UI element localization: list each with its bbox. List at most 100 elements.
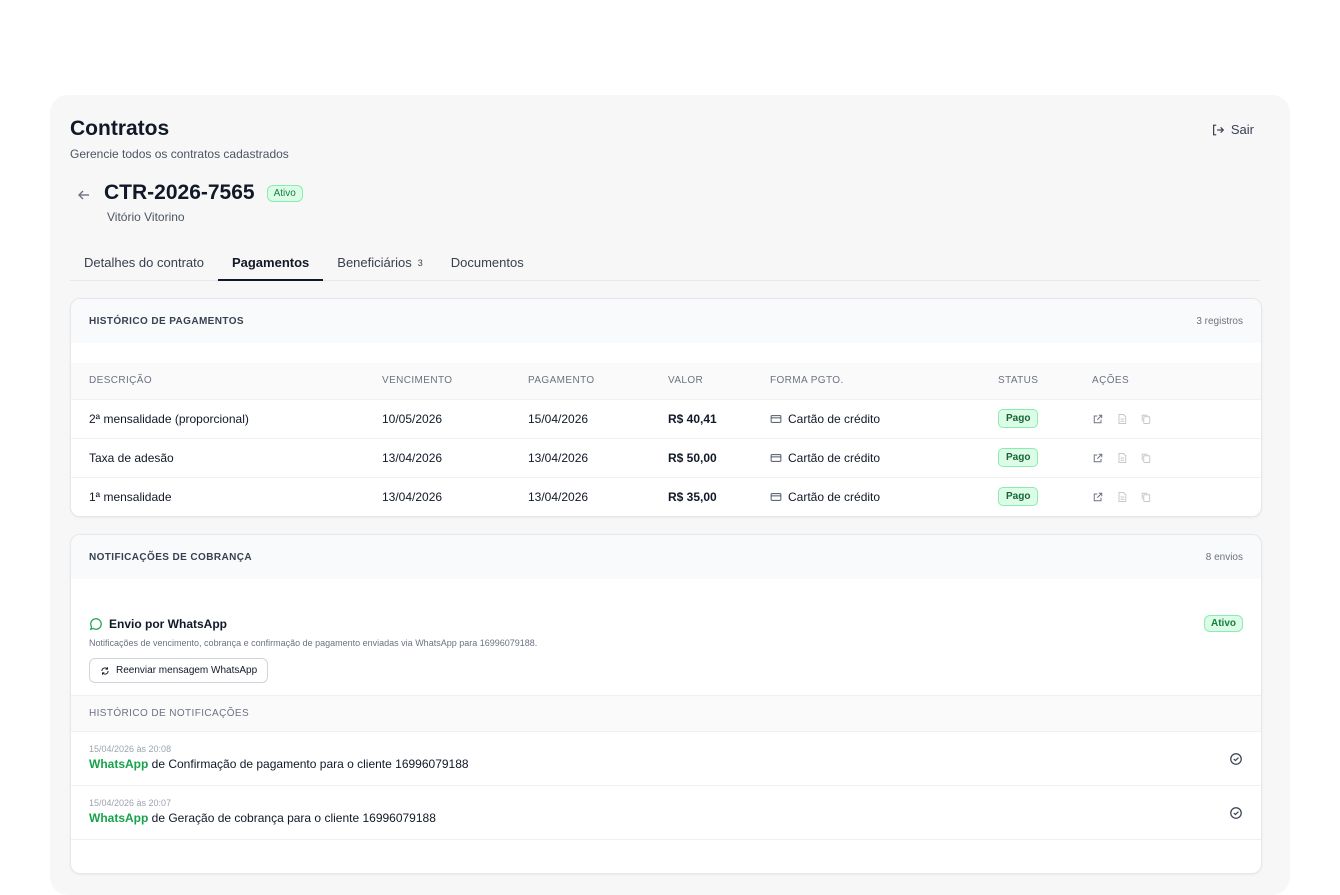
- credit-card-icon: [770, 492, 782, 501]
- notification-channel: WhatsApp: [89, 811, 149, 825]
- logout-icon: [1212, 124, 1224, 135]
- credit-card-icon: [770, 414, 782, 423]
- cell-pagamento: 13/04/2026: [528, 476, 668, 516]
- document-icon[interactable]: [1116, 452, 1128, 464]
- payments-count: 3 registros: [1196, 315, 1243, 327]
- tab-label: Beneficiários: [337, 255, 412, 270]
- whatsapp-title: Envio por WhatsApp: [89, 617, 1243, 631]
- whatsapp-status-badge: Ativo: [1204, 615, 1243, 632]
- table-row: 1ª mensalidade 13/04/2026 13/04/2026 R$ …: [71, 476, 1261, 516]
- cell-pagamento: 15/04/2026: [528, 398, 668, 438]
- tab-label: Documentos: [450, 255, 524, 270]
- cell-forma: Cartão de crédito: [770, 437, 998, 477]
- list-item: [71, 839, 1261, 873]
- refresh-icon: [101, 666, 109, 675]
- cell-vencimento: 13/04/2026: [382, 437, 528, 477]
- tab-documentos[interactable]: Documentos: [437, 247, 538, 281]
- cell-descricao: 2ª mensalidade (proporcional): [71, 398, 382, 438]
- cell-status: Pago: [998, 476, 1092, 516]
- payments-card: HISTÓRICO DE PAGAMENTOS 3 registros DESC…: [70, 298, 1262, 517]
- contract-id: CTR-2026-7565: [104, 181, 255, 204]
- cell-valor: R$ 50,00: [668, 437, 770, 477]
- tab-bar: Detalhes do contrato Pagamentos Benefici…: [70, 247, 1260, 281]
- tab-pagamentos[interactable]: Pagamentos: [217, 247, 324, 281]
- payment-method-label: Cartão de crédito: [788, 411, 881, 426]
- column-header: AÇÕES: [1092, 375, 1130, 387]
- check-circle-icon: [1230, 807, 1242, 819]
- copy-icon[interactable]: [1140, 452, 1152, 464]
- logout-label: Sair: [1230, 122, 1254, 137]
- cell-status: Pago: [998, 398, 1092, 438]
- cell-descricao: 1ª mensalidade: [71, 476, 382, 516]
- whatsapp-description: Notificações de vencimento, cobrança e c…: [89, 638, 538, 648]
- cell-forma: Cartão de crédito: [770, 476, 998, 516]
- notifications-card-header: NOTIFICAÇÕES DE COBRANÇA 8 envios: [71, 535, 1261, 579]
- cell-actions: [1092, 476, 1261, 516]
- contract-status-badge: Ativo: [266, 184, 303, 202]
- client-name: Vitório Vitorino: [107, 210, 185, 224]
- table-row: 2ª mensalidade (proporcional) 10/05/2026…: [71, 398, 1261, 438]
- notification-history-header: HISTÓRICO DE NOTIFICAÇÕES: [71, 695, 1261, 731]
- app-shell: Contratos Gerencie todos os contratos ca…: [50, 95, 1290, 895]
- notification-message: de Confirmação de pagamento para o clien…: [148, 757, 469, 771]
- column-header: VENCIMENTO: [382, 375, 453, 387]
- column-header: FORMA PGTO.: [770, 375, 844, 387]
- tab-label: Detalhes do contrato: [84, 255, 204, 270]
- whatsapp-section: Envio por WhatsApp Notificações de venci…: [71, 601, 1261, 695]
- cell-actions: [1092, 398, 1261, 438]
- notification-text: WhatsApp de Confirmação de pagamento par…: [89, 757, 1243, 771]
- column-header: VALOR: [668, 375, 704, 387]
- credit-card-icon: [770, 453, 782, 462]
- notifications-card: NOTIFICAÇÕES DE COBRANÇA 8 envios Envio …: [70, 534, 1262, 874]
- notification-message: de Geração de cobrança para o cliente 16…: [148, 811, 436, 825]
- notification-time: 15/04/2026 às 20:08: [89, 744, 172, 754]
- payment-method-label: Cartão de crédito: [788, 450, 881, 465]
- document-icon[interactable]: [1116, 413, 1128, 425]
- payment-method-label: Cartão de crédito: [788, 489, 881, 504]
- cell-actions: [1092, 437, 1261, 477]
- list-item: 15/04/2026 às 20:08 WhatsApp de Confirma…: [71, 731, 1261, 785]
- cell-vencimento: 10/05/2026: [382, 398, 528, 438]
- external-link-icon[interactable]: [1092, 452, 1104, 464]
- copy-icon[interactable]: [1140, 413, 1152, 425]
- chat-bubble-icon: [89, 618, 102, 631]
- table-row: Taxa de adesão 13/04/2026 13/04/2026 R$ …: [71, 437, 1261, 477]
- status-badge: Pago: [998, 448, 1039, 467]
- notification-text: WhatsApp de Geração de cobrança para o c…: [89, 811, 1243, 825]
- external-link-icon[interactable]: [1092, 491, 1104, 503]
- notifications-title: NOTIFICAÇÕES DE COBRANÇA: [89, 551, 252, 563]
- payments-card-header: HISTÓRICO DE PAGAMENTOS 3 registros: [71, 299, 1261, 343]
- cell-status: Pago: [998, 437, 1092, 477]
- cell-descricao: Taxa de adesão: [71, 437, 382, 477]
- column-header: DESCRIÇÃO: [89, 375, 153, 387]
- check-circle-icon: [1230, 753, 1242, 765]
- logout-button[interactable]: Sair: [1211, 122, 1254, 137]
- payments-title: HISTÓRICO DE PAGAMENTOS: [89, 315, 244, 327]
- copy-icon[interactable]: [1140, 491, 1152, 503]
- notification-channel: WhatsApp: [89, 757, 149, 771]
- list-item: 15/04/2026 às 20:07 WhatsApp de Geração …: [71, 785, 1261, 839]
- external-link-icon[interactable]: [1092, 413, 1104, 425]
- cell-pagamento: 13/04/2026: [528, 437, 668, 477]
- resend-whatsapp-button[interactable]: Reenviar mensagem WhatsApp: [89, 658, 269, 683]
- cell-forma: Cartão de crédito: [770, 398, 998, 438]
- tab-label: Pagamentos: [231, 255, 310, 270]
- whatsapp-title-text: Envio por WhatsApp: [109, 617, 227, 631]
- back-arrow-icon[interactable]: [76, 187, 92, 203]
- column-header: PAGAMENTO: [528, 375, 595, 387]
- cell-valor: R$ 40,41: [668, 398, 770, 438]
- document-icon[interactable]: [1116, 491, 1128, 503]
- contract-header: CTR-2026-7565 Ativo: [76, 181, 303, 205]
- notifications-count: 8 envios: [1205, 551, 1243, 563]
- page-subtitle: Gerencie todos os contratos cadastrados: [70, 147, 289, 161]
- cell-vencimento: 13/04/2026: [382, 476, 528, 516]
- tab-beneficiarios[interactable]: Beneficiários 3: [323, 247, 436, 281]
- status-badge: Pago: [998, 487, 1039, 507]
- tab-count: 3: [417, 258, 423, 268]
- page-header: Contratos Gerencie todos os contratos ca…: [70, 117, 289, 161]
- payments-table: DESCRIÇÃO VENCIMENTO PAGAMENTO VALOR FOR…: [71, 363, 1261, 516]
- tab-detalhes[interactable]: Detalhes do contrato: [70, 247, 218, 281]
- cell-valor: R$ 35,00: [668, 476, 770, 516]
- column-header: STATUS: [998, 375, 1039, 387]
- notification-time: 15/04/2026 às 20:07: [89, 798, 172, 808]
